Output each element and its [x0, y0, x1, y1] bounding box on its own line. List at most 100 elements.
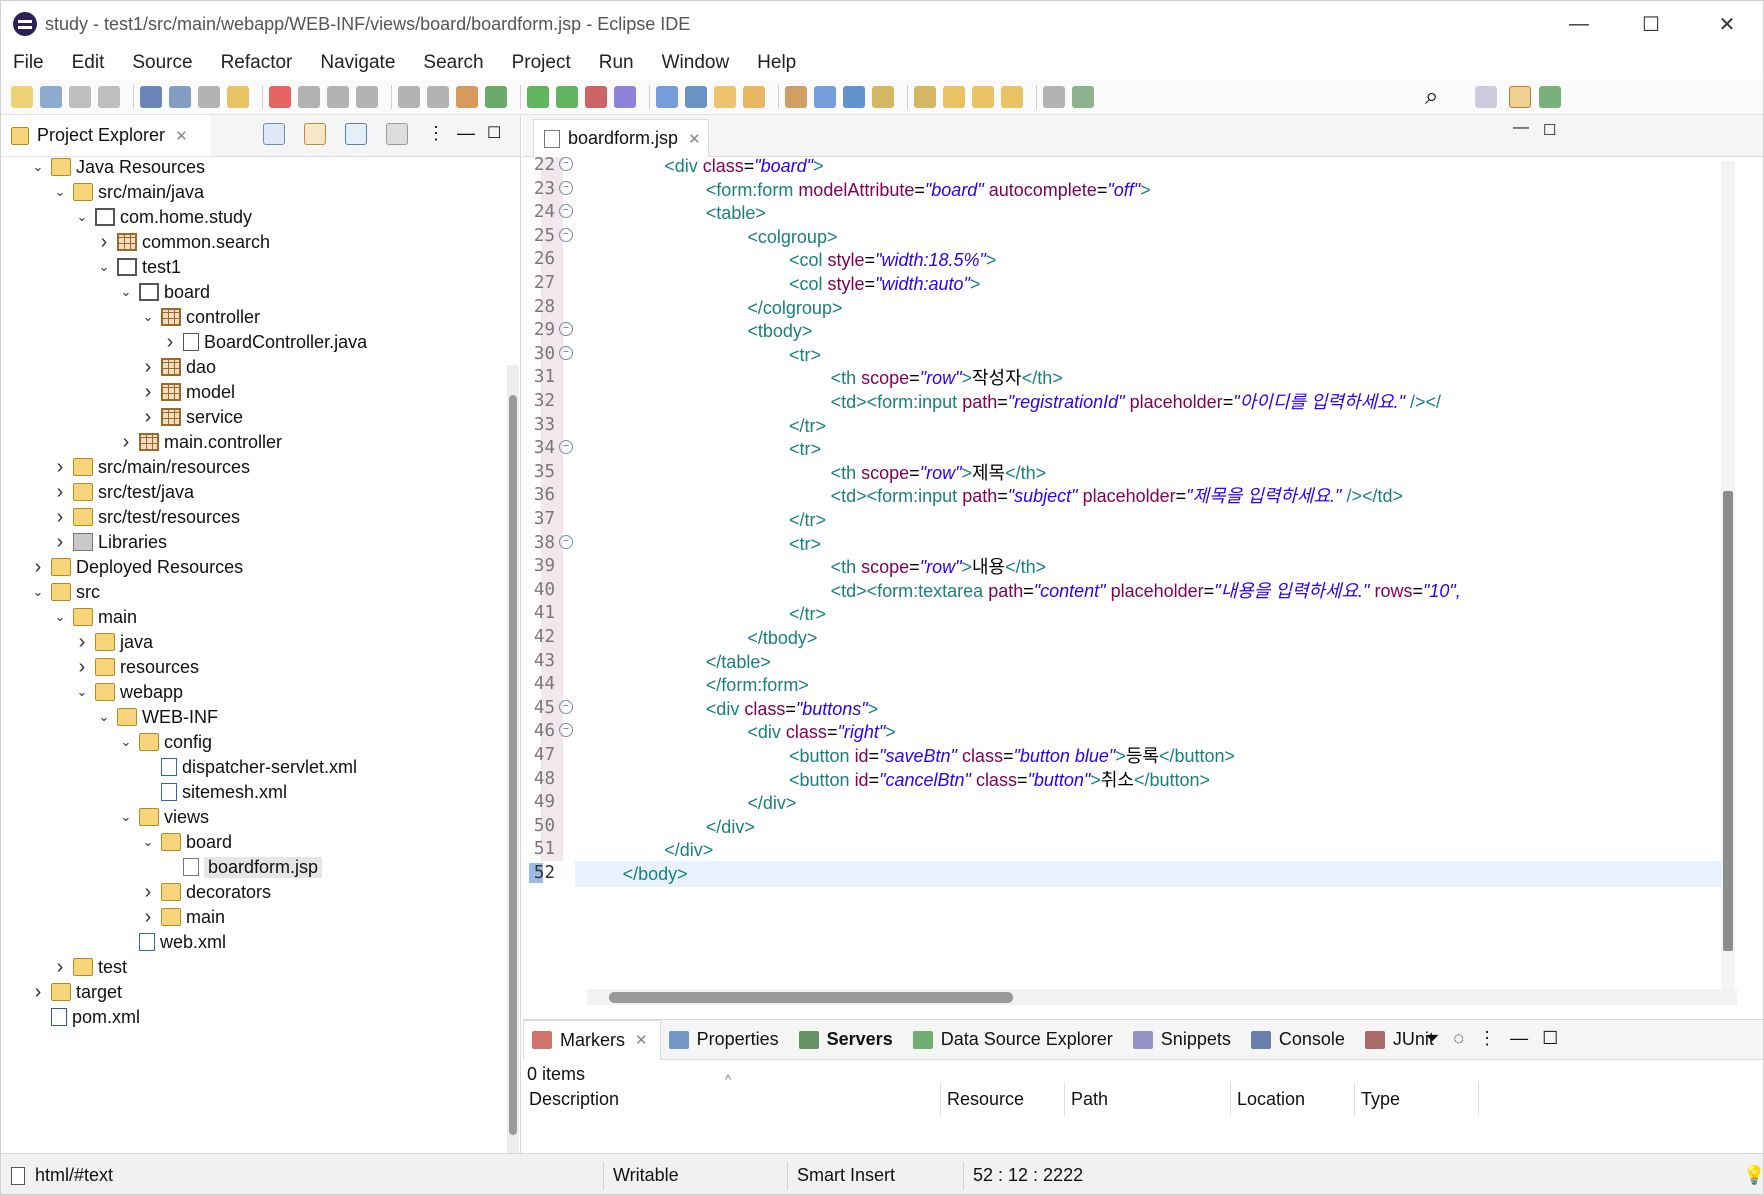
collapsed-chevron-icon[interactable]: ›: [117, 431, 135, 454]
editor-vertical-scrollbar[interactable]: [1721, 161, 1735, 991]
minimize-view-icon[interactable]: —: [1510, 1028, 1528, 1049]
tab-data-source-explorer[interactable]: Data Source Explorer: [905, 1020, 1125, 1060]
toolbar-button-icon[interactable]: [227, 85, 249, 108]
collapse-all-icon[interactable]: [263, 123, 285, 145]
tree-item[interactable]: ⌄ webapp: [73, 678, 184, 706]
tree-item[interactable]: boardform.jsp: [161, 853, 323, 881]
expanded-chevron-icon[interactable]: ⌄: [117, 734, 135, 750]
tree-item[interactable]: › common.search: [95, 228, 270, 256]
expanded-chevron-icon[interactable]: ⌄: [95, 259, 113, 275]
collapsed-chevron-icon[interactable]: ›: [51, 531, 69, 554]
collapsed-chevron-icon[interactable]: ›: [139, 906, 157, 929]
tree-item[interactable]: ⌄ main: [51, 603, 137, 631]
toolbar-button-icon[interactable]: [198, 85, 220, 108]
code-area[interactable]: 22− <div class="board"> 23− <form:form mode…: [523, 157, 1723, 999]
collapsed-chevron-icon[interactable]: ›: [139, 406, 157, 429]
tab-project-explorer[interactable]: Project Explorer ✕: [1, 115, 211, 157]
toolbar-button-icon[interactable]: [169, 85, 191, 108]
fold-toggle-icon[interactable]: −: [559, 345, 573, 360]
toolbar-button-icon[interactable]: [269, 85, 291, 108]
collapsed-chevron-icon[interactable]: ›: [73, 656, 91, 679]
collapsed-chevron-icon[interactable]: ›: [29, 981, 47, 1004]
tree-item[interactable]: web.xml: [117, 928, 226, 956]
collapsed-chevron-icon[interactable]: ›: [51, 956, 69, 979]
column-header-path[interactable]: Path: [1065, 1082, 1231, 1116]
view-menu-icon[interactable]: ⋮: [1478, 1028, 1496, 1049]
fold-toggle-icon[interactable]: −: [559, 322, 573, 337]
editor-horizontal-scrollbar[interactable]: [587, 989, 1737, 1005]
menu-project[interactable]: Project: [512, 52, 571, 74]
collapsed-chevron-icon[interactable]: ›: [161, 331, 179, 354]
collapsed-chevron-icon[interactable]: ›: [51, 506, 69, 529]
debug-perspective-icon[interactable]: [1539, 85, 1561, 108]
tree-item[interactable]: › Deployed Resources: [29, 553, 243, 581]
menu-window[interactable]: Window: [662, 52, 730, 74]
tree-item[interactable]: › target: [29, 978, 122, 1006]
toolbar-button-icon[interactable]: [1072, 85, 1094, 108]
toolbar-button-icon[interactable]: [356, 85, 378, 108]
column-header-type[interactable]: Type: [1355, 1082, 1479, 1116]
toolbar-button-icon[interactable]: [614, 85, 636, 108]
maximize-button[interactable]: ☐: [1615, 1, 1687, 47]
horizontal-scroll-thumb[interactable]: [609, 992, 1013, 1003]
toolbar-button-icon[interactable]: [69, 85, 91, 108]
explorer-scroll-thumb[interactable]: [509, 395, 517, 1135]
expanded-chevron-icon[interactable]: ⌄: [51, 609, 69, 625]
menu-search[interactable]: Search: [423, 52, 483, 74]
tree-item[interactable]: › resources: [73, 653, 199, 681]
filter-icon[interactable]: ⏷: [1425, 1028, 1439, 1049]
column-header-resource[interactable]: Resource: [941, 1082, 1065, 1116]
toolbar-button-icon[interactable]: [785, 85, 807, 108]
expanded-chevron-icon[interactable]: ⌄: [95, 709, 113, 725]
tree-item[interactable]: › model: [139, 378, 235, 406]
column-header-location[interactable]: Location: [1231, 1082, 1355, 1116]
toolbar-button-icon[interactable]: [914, 85, 936, 108]
tab-console[interactable]: Console: [1243, 1020, 1357, 1060]
toolbar-button-icon[interactable]: [11, 85, 33, 108]
focus-icon[interactable]: ◌: [1453, 1028, 1464, 1049]
collapsed-chevron-icon[interactable]: ›: [139, 381, 157, 404]
menu-navigate[interactable]: Navigate: [320, 52, 395, 74]
toolbar-button-icon[interactable]: [943, 85, 965, 108]
toolbar-button-icon[interactable]: [427, 85, 449, 108]
toolbar-button-icon[interactable]: [972, 85, 994, 108]
focus-icon[interactable]: [386, 123, 408, 145]
menu-refactor[interactable]: Refactor: [221, 52, 293, 74]
tree-item[interactable]: ⌄ src/main/java: [51, 178, 204, 206]
close-icon[interactable]: ✕: [688, 130, 701, 148]
fold-toggle-icon[interactable]: −: [559, 157, 573, 171]
lightbulb-icon[interactable]: 💡: [1743, 1154, 1763, 1194]
tree-item[interactable]: pom.xml: [29, 1003, 140, 1031]
expanded-chevron-icon[interactable]: ⌄: [29, 584, 47, 600]
tree-item[interactable]: › test: [51, 953, 127, 981]
tree-item[interactable]: › decorators: [139, 878, 271, 906]
expanded-chevron-icon[interactable]: ⌄: [117, 284, 135, 300]
toolbar-button-icon[interactable]: [485, 85, 507, 108]
filter-icon[interactable]: [345, 123, 367, 145]
tree-item[interactable]: ⌄ board: [117, 278, 211, 306]
expanded-chevron-icon[interactable]: ⌄: [51, 184, 69, 200]
menu-help[interactable]: Help: [757, 52, 796, 74]
tree-item[interactable]: ⌄ src: [29, 578, 100, 606]
fold-toggle-icon[interactable]: −: [559, 699, 573, 714]
tab-boardform-jsp[interactable]: boardform.jsp ✕: [533, 119, 709, 157]
tree-item[interactable]: › src/test/java: [51, 478, 194, 506]
vertical-scroll-thumb[interactable]: [1723, 491, 1733, 951]
collapsed-chevron-icon[interactable]: ›: [95, 231, 113, 254]
tab-markers[interactable]: Markers ✕: [523, 1019, 661, 1060]
tree-item[interactable]: › src/test/resources: [51, 503, 240, 531]
collapsed-chevron-icon[interactable]: ›: [29, 556, 47, 579]
tab-servers[interactable]: Servers: [791, 1020, 905, 1060]
expanded-chevron-icon[interactable]: ⌄: [73, 209, 91, 225]
fold-toggle-icon[interactable]: −: [559, 227, 573, 242]
close-icon[interactable]: ✕: [175, 127, 188, 145]
link-with-editor-icon[interactable]: [304, 123, 326, 145]
toolbar-button-icon[interactable]: [398, 85, 420, 108]
fold-toggle-icon[interactable]: −: [559, 204, 573, 219]
menu-run[interactable]: Run: [599, 52, 634, 74]
menu-file[interactable]: File: [13, 52, 44, 74]
toolbar-button-icon[interactable]: [872, 85, 894, 108]
tree-item[interactable]: ⌄ com.home.study: [73, 203, 253, 231]
tree-item[interactable]: ⌄ config: [117, 728, 213, 756]
close-button[interactable]: ✕: [1691, 1, 1763, 47]
